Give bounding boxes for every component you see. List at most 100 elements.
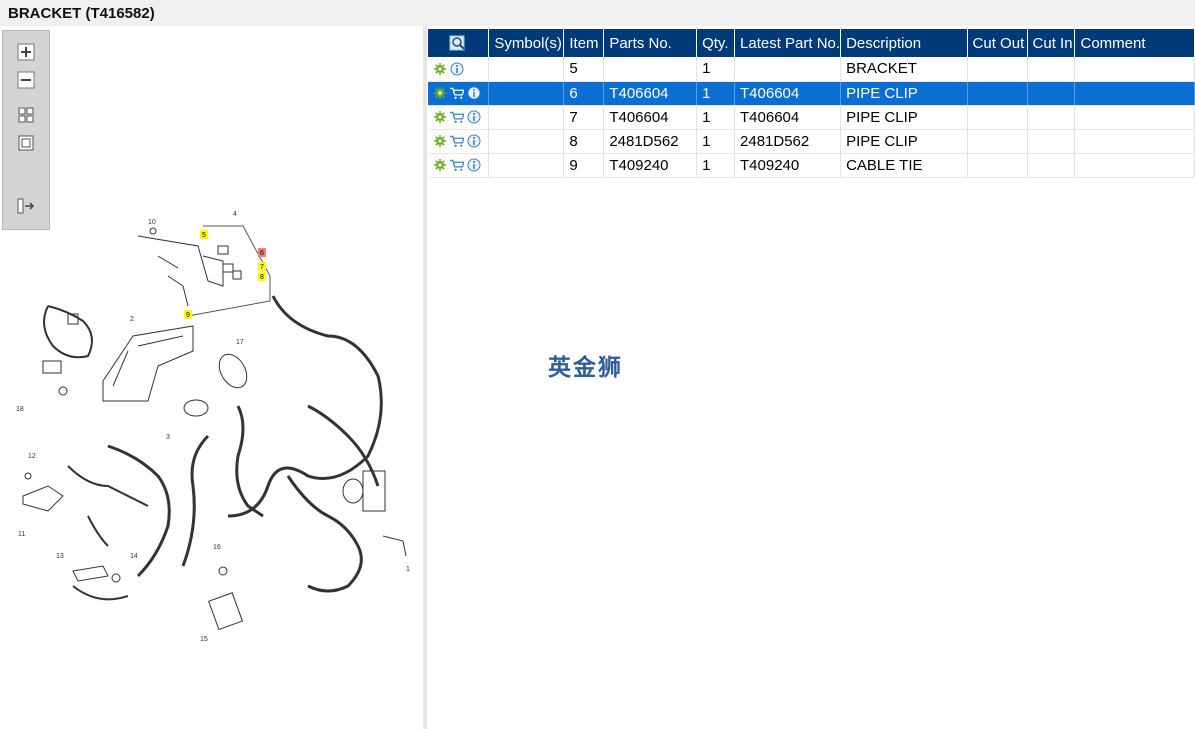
col-header-parts-no[interactable]: Parts No. (603, 29, 698, 57)
cell-qty: 1 (696, 105, 736, 130)
cell-latest: T406604 (734, 105, 842, 130)
col-header-qty[interactable]: Qty. (696, 29, 736, 57)
info-icon[interactable] (467, 134, 481, 148)
cart-icon[interactable] (450, 110, 464, 124)
callout-1: 1 (406, 566, 410, 573)
callout-17: 17 (236, 339, 244, 346)
callout-15: 15 (200, 636, 208, 643)
gear-icon[interactable] (433, 86, 447, 100)
row-actions-cell (428, 129, 490, 154)
callout-11: 11 (18, 531, 25, 538)
cell-item: 7 (563, 105, 605, 130)
cell-symbols (488, 129, 565, 154)
actual-size-icon (18, 135, 34, 151)
cell-item: 8 (563, 129, 605, 154)
cell-symbols (488, 81, 565, 106)
cell-qty: 1 (696, 57, 736, 82)
title-bar: BRACKET (T416582) (0, 0, 1195, 26)
search-column-header[interactable] (428, 29, 490, 57)
zoom-in-icon (17, 43, 35, 61)
parts-list-panel: Symbol(s) Item Parts No. Qty. Latest Par… (427, 26, 1195, 729)
table-row[interactable]: 8 2481D562 1 2481D562 PIPE CLIP (428, 129, 1195, 154)
cell-comment (1074, 57, 1195, 82)
cell-qty: 1 (696, 129, 736, 154)
table-header-row: Symbol(s) Item Parts No. Qty. Latest Par… (428, 29, 1195, 57)
cell-parts-no: T406604 (603, 81, 698, 106)
gear-icon[interactable] (433, 110, 447, 124)
cell-description: CABLE TIE (840, 153, 968, 178)
cell-latest: T406604 (734, 81, 842, 106)
cart-icon[interactable] (450, 86, 464, 100)
col-header-cut-out[interactable]: Cut Out (967, 29, 1028, 57)
callout-7: 7 (260, 264, 264, 271)
callout-3: 3 (166, 434, 170, 441)
cart-icon[interactable] (450, 134, 464, 148)
fit-view-button[interactable] (16, 105, 36, 125)
cell-comment (1074, 129, 1195, 154)
cell-qty: 1 (696, 153, 736, 178)
page-title: BRACKET (T416582) (8, 5, 155, 22)
callout-2: 2 (130, 316, 134, 323)
cell-parts-no (603, 57, 698, 82)
cell-symbols (488, 57, 565, 82)
cell-qty: 1 (696, 81, 736, 106)
cell-item: 5 (563, 57, 605, 82)
cell-item: 6 (563, 81, 605, 106)
diagram-panel: 10 4 2 17 3 18 12 11 13 14 16 15 1 5 6 7… (0, 26, 423, 729)
row-actions-cell (428, 105, 490, 130)
cell-symbols (488, 153, 565, 178)
cell-cut-out (967, 81, 1028, 106)
cell-cut-out (967, 105, 1028, 130)
gear-icon[interactable] (433, 62, 447, 76)
cell-cut-in (1027, 153, 1076, 178)
zoom-in-button[interactable] (16, 42, 36, 62)
table-row[interactable]: 5 1 BRACKET (428, 57, 1195, 82)
col-header-symbols[interactable]: Symbol(s) (488, 29, 565, 57)
cell-latest: T409240 (734, 153, 842, 178)
col-header-item[interactable]: Item (563, 29, 605, 57)
cell-comment (1074, 153, 1195, 178)
zoom-out-icon (17, 71, 35, 89)
callout-18: 18 (16, 406, 24, 413)
callout-6: 6 (260, 250, 264, 257)
cell-symbols (488, 105, 565, 130)
cell-comment (1074, 81, 1195, 106)
search-icon (449, 35, 465, 51)
parts-table: Symbol(s) Item Parts No. Qty. Latest Par… (428, 29, 1195, 178)
info-icon[interactable] (467, 158, 481, 172)
col-header-latest-part-no[interactable]: Latest Part No. (734, 29, 842, 57)
gear-icon[interactable] (433, 158, 447, 172)
cell-cut-in (1027, 81, 1076, 106)
cell-cut-in (1027, 129, 1076, 154)
zoom-out-button[interactable] (16, 70, 36, 90)
cart-icon[interactable] (450, 158, 464, 172)
cell-latest: 2481D562 (734, 129, 842, 154)
col-header-cut-in[interactable]: Cut In (1027, 29, 1076, 57)
cell-description: PIPE CLIP (840, 81, 968, 106)
callout-14: 14 (130, 553, 138, 560)
table-row[interactable]: 9 T409240 1 T409240 CABLE TIE (428, 153, 1195, 178)
cell-item: 9 (563, 153, 605, 178)
col-header-description[interactable]: Description (840, 29, 968, 57)
gear-icon[interactable] (433, 134, 447, 148)
cell-latest (734, 57, 842, 82)
cell-parts-no: T406604 (603, 105, 698, 130)
table-row[interactable]: 7 T406604 1 T406604 PIPE CLIP (428, 105, 1195, 130)
callout-4: 4 (233, 211, 237, 218)
callout-12: 12 (28, 453, 36, 460)
info-icon[interactable] (467, 86, 481, 100)
row-actions-cell (428, 81, 490, 106)
cell-comment (1074, 105, 1195, 130)
watermark: 英金狮 (548, 355, 623, 381)
col-header-comment[interactable]: Comment (1074, 29, 1195, 57)
parts-diagram[interactable]: 10 4 2 17 3 18 12 11 13 14 16 15 1 5 6 7… (8, 186, 418, 646)
info-icon[interactable] (467, 110, 481, 124)
fit-grid-icon (18, 107, 34, 123)
table-row[interactable]: 6 T406604 1 T406604 PIPE CLIP (428, 81, 1195, 106)
actual-size-button[interactable] (16, 133, 36, 153)
cell-cut-out (967, 129, 1028, 154)
callout-8: 8 (260, 274, 264, 281)
cell-cut-in (1027, 105, 1076, 130)
cell-cut-in (1027, 57, 1076, 82)
info-icon[interactable] (450, 62, 464, 76)
